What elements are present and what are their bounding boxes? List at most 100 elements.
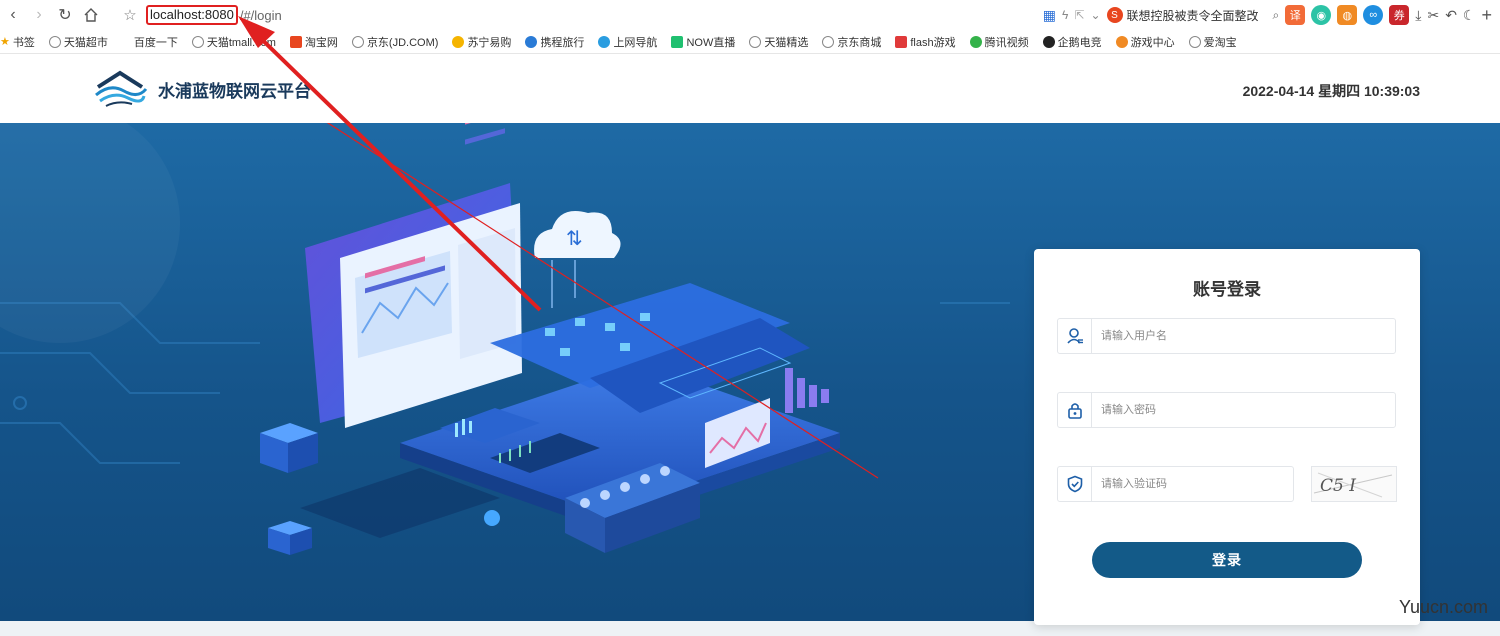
scissors-icon[interactable]: ✂ — [1427, 7, 1439, 24]
now-icon — [671, 35, 684, 48]
star-icon: ★ — [0, 36, 10, 48]
lightning-icon[interactable]: ϟ — [1062, 8, 1068, 22]
globe-icon — [191, 35, 204, 48]
bookmark-label: 天猫tmall.com — [206, 36, 276, 49]
bookmark-label: flash游戏 — [910, 36, 956, 49]
back-button[interactable]: ‹ — [0, 0, 26, 30]
chevron-left-icon: ‹ — [10, 6, 16, 23]
shield-check-icon — [1058, 466, 1092, 502]
bookmark-item[interactable]: 苏宁易购 — [452, 34, 511, 50]
qr-code-icon[interactable]: ▦ — [1043, 7, 1056, 24]
toolbar-right: ▦ ϟ ⇱ ⌄ S 联想控股被责令全面整改 ⌕ 译 ◉ ◍ ∞ 券 ⤓ ✂ ↶ … — [1043, 0, 1492, 30]
page-header: 水浦蓝物联网云平台 2022-04-14 星期四 10:39:03 — [0, 55, 1500, 123]
logo-icon — [95, 70, 148, 107]
bookmark-label: 腾讯视频 — [984, 36, 1029, 49]
search-engine-icon: S — [1106, 7, 1123, 23]
ctrip-icon — [525, 35, 538, 48]
svg-text:⇅: ⇅ — [566, 226, 583, 250]
news-text: 联想控股被责令全面整改 — [1126, 8, 1259, 23]
bookmark-item[interactable]: 京东商城 — [822, 34, 881, 50]
username-input[interactable] — [1092, 321, 1395, 351]
watermark: Yuucn.com — [1398, 597, 1488, 617]
new-tab-icon[interactable]: + — [1481, 5, 1492, 26]
nav-icon — [598, 35, 611, 48]
bookmark-item[interactable]: 腾讯视频 — [969, 34, 1029, 50]
bookmark-item[interactable]: 天猫精选 — [749, 34, 808, 50]
home-button[interactable] — [78, 0, 104, 30]
bookmark-item[interactable]: 上网导航 — [598, 34, 657, 50]
bookmark-item[interactable]: 游戏中心 — [1115, 34, 1175, 50]
platform-title: 水浦蓝物联网云平台 — [158, 81, 311, 101]
bookmark-label: NOW直播 — [686, 36, 736, 49]
globe-icon — [351, 35, 364, 48]
bookmark-label: 游戏中心 — [1130, 36, 1175, 49]
reload-icon: ↻ — [58, 7, 72, 24]
bookmark-label: 上网导航 — [613, 36, 658, 49]
username-field[interactable] — [1057, 318, 1396, 354]
bookmark-label: 天猫精选 — [764, 36, 809, 49]
login-card: 账号登录 C5 I 登录 — [1034, 249, 1420, 625]
suning-icon — [452, 35, 465, 48]
bookmark-item[interactable]: 淘宝网 — [289, 34, 338, 50]
bookmark-label: 爱淘宝 — [1203, 36, 1237, 49]
login-button[interactable]: 登录 — [1092, 542, 1362, 578]
captcha-image[interactable]: C5 I — [1311, 466, 1397, 502]
bookmark-item[interactable]: NOW直播 — [671, 34, 735, 50]
undo-icon[interactable]: ↶ — [1445, 7, 1457, 24]
bookmark-item[interactable]: flash游戏 — [895, 34, 956, 50]
brand: 水浦蓝物联网云平台 — [92, 69, 311, 109]
dropdown-icon[interactable]: ⌄ — [1090, 8, 1100, 22]
bookmark-star-icon[interactable]: ☆ — [118, 6, 142, 24]
bookmark-item[interactable]: 天猫超市 — [48, 34, 108, 50]
bookmark-item[interactable]: 企鹅电竞 — [1042, 34, 1102, 50]
download-icon[interactable]: ⤓ — [1415, 7, 1421, 24]
infinity-icon[interactable]: ∞ — [1363, 5, 1384, 25]
password-field[interactable] — [1057, 392, 1396, 428]
bookmark-item[interactable]: 京东(JD.COM) — [351, 34, 439, 50]
bookmark-label: 书签 — [12, 36, 35, 49]
url-host: localhost:8080 — [146, 5, 238, 25]
address-bar[interactable]: ☆ localhost:8080 /#/login — [118, 4, 898, 26]
reload-button[interactable]: ↻ — [52, 0, 78, 30]
forward-button[interactable]: › — [26, 0, 52, 30]
search-icon[interactable]: ⌕ — [1273, 8, 1280, 23]
bookmark-label: 京东商城 — [837, 36, 882, 49]
bookmarks-bar: ★ 书签 天猫超市 百度一下 天猫tmall.com 淘宝网 京东(JD.COM)… — [0, 30, 1500, 54]
bookmark-label: 百度一下 — [133, 36, 178, 49]
globe-icon — [48, 35, 61, 48]
share-icon[interactable]: ⇱ — [1074, 8, 1084, 22]
chat-icon[interactable]: ◉ — [1311, 5, 1332, 25]
password-input[interactable] — [1092, 395, 1395, 425]
bookmark-item[interactable]: 天猫tmall.com — [191, 34, 276, 50]
bookmark-item[interactable]: 爱淘宝 — [1188, 34, 1237, 50]
game-icon — [1115, 35, 1128, 48]
bookmark-label: 苏宁易购 — [467, 36, 512, 49]
user-icon — [1058, 318, 1092, 354]
bookmark-item[interactable]: 携程旅行 — [525, 34, 584, 50]
news-ticker[interactable]: S 联想控股被责令全面整改 — [1106, 7, 1259, 24]
flash-icon — [895, 35, 908, 48]
chevron-right-icon: › — [36, 6, 42, 23]
bookmark-label: 淘宝网 — [304, 36, 338, 49]
bookmark-item[interactable]: 百度一下 — [134, 34, 178, 50]
moon-icon[interactable]: ☾ — [1463, 7, 1476, 24]
browser-toolbar: ‹ › ↻ ☆ localhost:8080 /#/login ▦ ϟ ⇱ ⌄ … — [0, 0, 1500, 30]
penguin-icon — [1042, 35, 1055, 48]
globe-icon — [749, 35, 762, 48]
captcha-input[interactable] — [1092, 469, 1293, 499]
translate-icon[interactable]: 译 — [1285, 5, 1306, 25]
bookmark-label: 企鹅电竞 — [1057, 36, 1102, 49]
bookmark-label: 携程旅行 — [540, 36, 585, 49]
bookmark-label: 京东(JD.COM) — [366, 36, 439, 49]
lock-icon — [1058, 392, 1092, 428]
globe-icon — [822, 35, 835, 48]
taobao-icon — [289, 35, 302, 48]
datetime-display: 2022-04-14 星期四 10:39:03 — [1242, 83, 1420, 99]
captcha-text: C5 I — [1320, 476, 1356, 496]
coupon-icon[interactable]: 券 — [1389, 5, 1410, 25]
captcha-field[interactable] — [1057, 466, 1294, 502]
globe-icon — [1188, 35, 1201, 48]
bookmark-item[interactable]: ★ 书签 — [0, 34, 35, 50]
gamepad-icon[interactable]: ◍ — [1337, 5, 1358, 25]
video-icon — [969, 35, 982, 48]
